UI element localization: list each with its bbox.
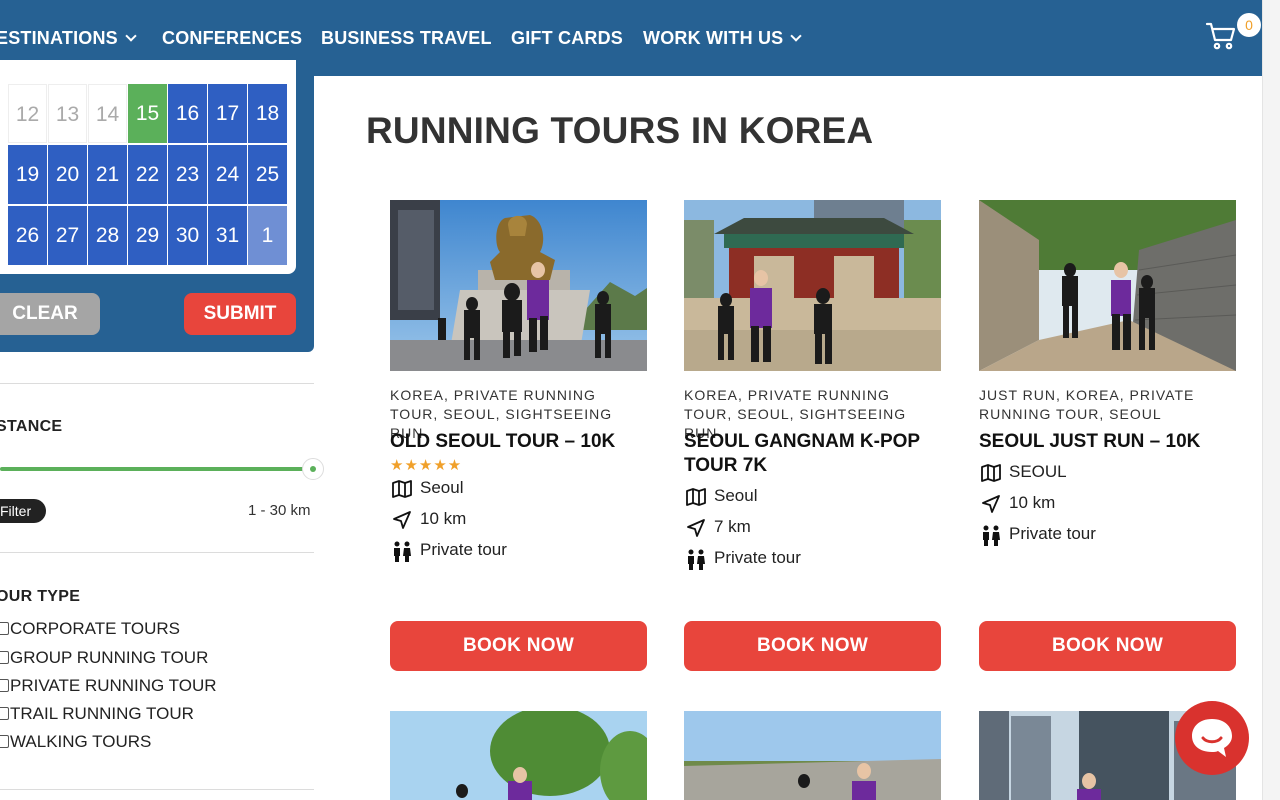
tour-card-image[interactable] (390, 711, 647, 800)
checkbox-icon (0, 735, 9, 748)
divider (0, 789, 314, 790)
tour-type: Private tour (390, 540, 630, 564)
tour-title[interactable]: OLD SEOUL TOUR – 10K (390, 430, 647, 454)
calendar-day[interactable]: 24 (208, 145, 247, 204)
calendar-day[interactable]: 15 (128, 84, 167, 143)
tour-type-checkbox[interactable]: WALKING TOURS (0, 732, 151, 752)
tour-location: SEOUL (979, 462, 1219, 486)
distance-slider-track[interactable] (0, 467, 306, 471)
calendar-day: 14 (88, 84, 127, 143)
tour-card-image[interactable] (979, 200, 1236, 371)
distance-slider-handle[interactable] (302, 458, 324, 480)
nav-business-travel[interactable]: BUSINESS TRAVEL (321, 28, 492, 49)
chat-bubble-icon (1192, 719, 1232, 757)
page-title: RUNNING TOURS IN KOREA (366, 110, 874, 151)
nav-work-with-us[interactable]: WORK WITH US (643, 28, 803, 49)
tour-distance-text: 7 km (714, 517, 751, 536)
shopping-cart-icon[interactable] (1205, 20, 1237, 52)
calendar-day[interactable]: 30 (168, 206, 207, 265)
chevron-down-icon (790, 30, 803, 42)
tour-type-filter-label: OUR TYPE (0, 588, 81, 605)
tour-type-text: Private tour (1009, 524, 1096, 543)
statue-runners-photo (390, 200, 647, 371)
tour-card-image[interactable] (684, 200, 941, 371)
temple-gate-runners-photo (684, 200, 941, 371)
calendar-day: 12 (8, 84, 47, 143)
calendar-day: 13 (48, 84, 87, 143)
calendar-day[interactable]: 17 (208, 84, 247, 143)
calendar-day[interactable]: 21 (88, 145, 127, 204)
calendar-day[interactable]: 27 (48, 206, 87, 265)
tour-type-label: CORPORATE TOURS (10, 619, 181, 638)
clear-button[interactable]: CLEAR (0, 293, 100, 335)
checkbox-icon (0, 707, 9, 720)
stone-wall-path-runners-photo (979, 200, 1236, 371)
chat-widget-button[interactable] (1175, 701, 1249, 775)
nav-conferences[interactable]: CONFERENCES (162, 28, 302, 49)
tour-location-text: Seoul (714, 486, 758, 505)
tour-card-image[interactable] (684, 711, 941, 800)
tour-card-image[interactable] (390, 200, 647, 371)
distance-range-value: 1 - 30 km (248, 502, 311, 519)
scrollbar-track[interactable] (1262, 0, 1280, 800)
tour-type-checkbox[interactable]: CORPORATE TOURS (0, 619, 180, 639)
book-now-button[interactable]: BOOK NOW (684, 621, 941, 671)
tour-type-checkbox[interactable]: PRIVATE RUNNING TOUR (0, 676, 217, 696)
tour-type-label: PRIVATE RUNNING TOUR (10, 676, 217, 695)
calendar-day[interactable]: 19 (8, 145, 47, 204)
tour-type-checkbox[interactable]: TRAIL RUNNING TOUR (0, 704, 194, 724)
tour-distance: 10 km (979, 493, 1219, 517)
tour-title[interactable]: SEOUL JUST RUN – 10K (979, 430, 1236, 454)
calendar-day[interactable]: 20 (48, 145, 87, 204)
tour-location-text: Seoul (420, 478, 464, 497)
tour-type-text: Private tour (420, 540, 507, 559)
park-runners-photo (390, 711, 647, 800)
tour-type-label: GROUP RUNNING TOUR (10, 648, 209, 667)
tour-type-text: Private tour (714, 548, 801, 567)
calendar-day[interactable]: 28 (88, 206, 127, 265)
calendar-day[interactable]: 26 (8, 206, 47, 265)
tour-distance-text: 10 km (1009, 493, 1056, 512)
book-now-button[interactable]: BOOK NOW (979, 621, 1236, 671)
book-now-button[interactable]: BOOK NOW (390, 621, 647, 671)
checkbox-icon (0, 622, 9, 635)
distance-filter-label: STANCE (0, 418, 63, 435)
nav-destinations[interactable]: ESTINATIONS (0, 28, 137, 49)
tour-title[interactable]: SEOUL GANGNAM K-POP TOUR 7K (684, 430, 941, 478)
tour-type: Private tour (979, 524, 1219, 548)
tour-type-checkbox[interactable]: GROUP RUNNING TOUR (0, 648, 208, 668)
divider (0, 383, 314, 384)
calendar-day[interactable]: 23 (168, 145, 207, 204)
filter-button[interactable]: Filter (0, 499, 46, 523)
tour-type-label: TRAIL RUNNING TOUR (10, 704, 194, 723)
cart-count-badge: 0 (1237, 13, 1261, 37)
checkbox-icon (0, 679, 9, 692)
tour-distance-text: 10 km (420, 509, 467, 528)
tour-type-label: WALKING TOURS (10, 732, 152, 751)
tour-categories: JUST RUN, KOREA, PRIVATE RUNNING TOUR, S… (979, 387, 1195, 422)
nav-gift-cards[interactable]: GIFT CARDS (511, 28, 623, 49)
tour-location: Seoul (390, 478, 630, 502)
checkbox-icon (0, 651, 9, 664)
submit-button[interactable]: SUBMIT (184, 293, 296, 335)
calendar-day[interactable]: 25 (248, 145, 287, 204)
tour-location-text: SEOUL (1009, 462, 1067, 481)
rating-stars: ★★★★★ (390, 457, 463, 474)
calendar-day[interactable]: 16 (168, 84, 207, 143)
calendar-day[interactable]: 29 (128, 206, 167, 265)
tour-distance: 10 km (390, 509, 630, 533)
divider (0, 552, 314, 553)
calendar-day[interactable]: 31 (208, 206, 247, 265)
tour-type: Private tour (684, 548, 924, 572)
tour-location: Seoul (684, 486, 924, 510)
calendar-day[interactable]: 18 (248, 84, 287, 143)
chevron-down-icon (125, 30, 137, 42)
calendar-day[interactable]: 22 (128, 145, 167, 204)
plaza-runners-photo (684, 711, 941, 800)
tour-distance: 7 km (684, 517, 924, 541)
calendar-day[interactable]: 1 (248, 206, 287, 265)
